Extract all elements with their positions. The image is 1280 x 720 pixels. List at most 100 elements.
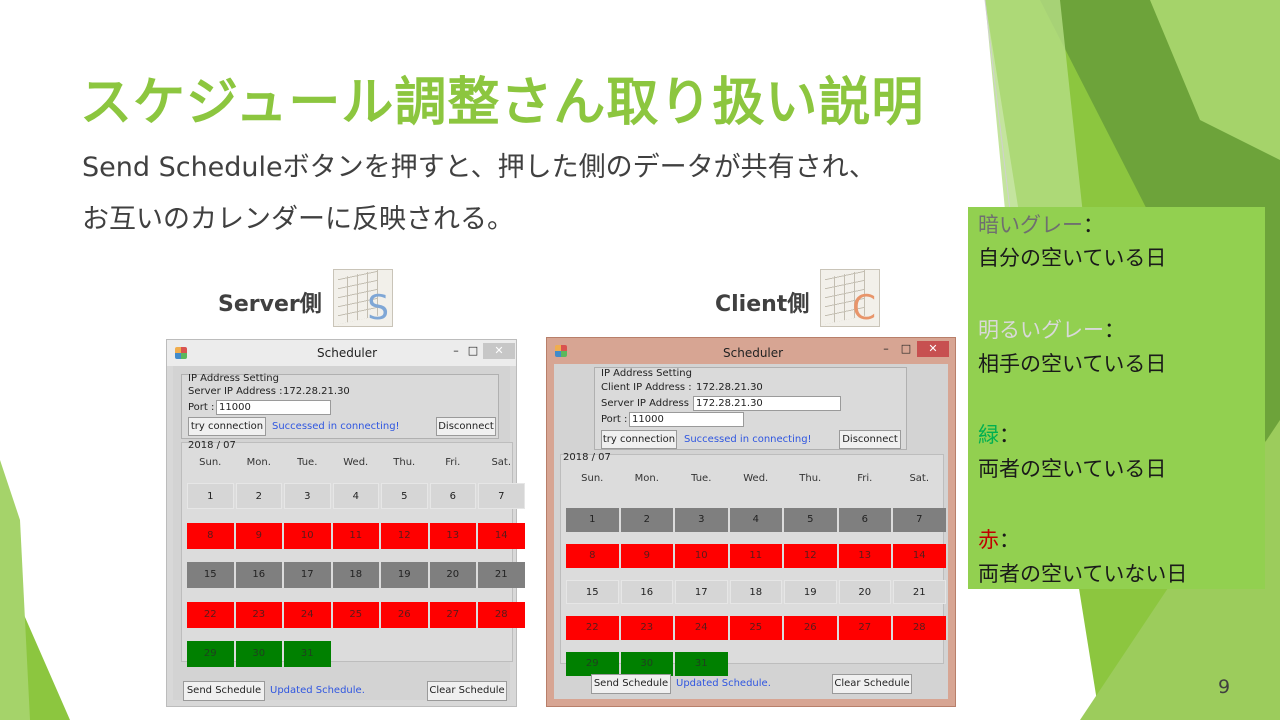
day-cell[interactable]: 28	[478, 601, 525, 628]
day-cell[interactable]: 23	[235, 601, 282, 628]
minimize-button[interactable]: –	[875, 341, 897, 357]
day-cell[interactable]: 27	[838, 616, 891, 640]
day-cell[interactable]: 12	[784, 544, 837, 568]
day-cell[interactable]: 13	[838, 544, 891, 568]
day-cell[interactable]: 3	[675, 508, 728, 532]
calendar-month: 2018 / 07	[188, 440, 236, 451]
day-cell[interactable]: 13	[429, 522, 476, 549]
day-cell[interactable]: 20	[838, 580, 891, 604]
day-cell[interactable]: 21	[478, 562, 525, 588]
legend-term-red: 赤：	[978, 528, 1020, 552]
day-cell[interactable]: 14	[478, 522, 525, 549]
window-title: Scheduler	[723, 346, 784, 360]
day-cell[interactable]: 5	[381, 483, 428, 509]
weekday-header: Fri.	[857, 473, 873, 484]
clear-schedule-button[interactable]: Clear Schedule	[427, 681, 507, 701]
day-cell[interactable]: 8	[187, 522, 234, 549]
day-cell[interactable]: 21	[893, 580, 946, 604]
day-cell[interactable]: 9	[235, 522, 282, 549]
day-cell[interactable]: 25	[729, 616, 782, 640]
weekday-header: Thu.	[393, 457, 416, 468]
day-cell[interactable]: 19	[784, 580, 837, 604]
day-cell[interactable]: 2	[620, 508, 673, 532]
day-cell[interactable]: 4	[332, 483, 379, 509]
send-schedule-button[interactable]: Send Schedule	[183, 681, 265, 701]
day-cell[interactable]: 1	[187, 483, 234, 509]
day-cell[interactable]: 18	[729, 580, 782, 604]
day-cell[interactable]: 31	[284, 641, 331, 667]
weekday-header: Sun.	[199, 457, 222, 468]
day-cell[interactable]: 24	[675, 616, 728, 640]
disconnect-button[interactable]: Disconnect	[839, 430, 901, 449]
try-connection-button[interactable]: try connection	[188, 417, 266, 436]
day-cell[interactable]: 17	[284, 562, 331, 588]
clear-schedule-button[interactable]: Clear Schedule	[832, 674, 912, 694]
day-cell[interactable]: 8	[566, 544, 619, 568]
day-cell[interactable]: 15	[187, 562, 234, 588]
disconnect-button[interactable]: Disconnect	[436, 417, 496, 436]
day-cell[interactable]: 29	[566, 652, 619, 676]
day-cell[interactable]: 6	[429, 483, 476, 509]
day-cell[interactable]: 31	[675, 652, 728, 676]
day-cell[interactable]: 22	[187, 601, 234, 628]
day-cell[interactable]: 11	[332, 522, 379, 549]
slide-title: スケジュール調整さん取り扱い説明	[80, 73, 925, 133]
server-scheduler-window: Scheduler – □ ✕ IP Address Setting Serve…	[166, 339, 525, 707]
day-cell[interactable]: 16	[235, 562, 282, 588]
maximize-button[interactable]: □	[462, 343, 484, 359]
title-bar[interactable]: Scheduler – □ ✕	[547, 338, 955, 364]
day-cell[interactable]: 15	[566, 580, 619, 604]
port-label: Port :	[601, 414, 628, 425]
day-cell[interactable]: 1	[566, 508, 619, 532]
weekday-header: Tue.	[297, 457, 318, 468]
day-cell[interactable]: 26	[784, 616, 837, 640]
day-cell[interactable]: 2	[235, 483, 282, 509]
day-cell[interactable]: 7	[478, 483, 525, 509]
day-cell[interactable]: 24	[284, 601, 331, 628]
day-cell[interactable]: 11	[729, 544, 782, 568]
try-connection-button[interactable]: try connection	[601, 430, 677, 449]
day-cell[interactable]: 17	[675, 580, 728, 604]
day-cell[interactable]: 10	[675, 544, 728, 568]
day-cell[interactable]: 27	[429, 601, 476, 628]
day-cell[interactable]: 14	[893, 544, 946, 568]
day-cell[interactable]: 10	[284, 522, 331, 549]
close-button[interactable]: ✕	[483, 343, 515, 359]
app-icon	[175, 347, 187, 359]
weekday-header: Sun.	[581, 473, 604, 484]
server-ip-label: Server IP Address :	[601, 398, 696, 409]
day-cell[interactable]: 29	[187, 641, 234, 667]
day-cell[interactable]: 16	[620, 580, 673, 604]
day-cell[interactable]: 26	[381, 601, 428, 628]
day-cell[interactable]: 28	[893, 616, 946, 640]
legend-desc-light-gray: 相手の空いている日	[978, 352, 1167, 376]
day-cell[interactable]: 18	[332, 562, 379, 588]
day-cell[interactable]: 4	[729, 508, 782, 532]
close-button[interactable]: ✕	[917, 341, 949, 357]
port-input[interactable]: 11000	[629, 412, 744, 427]
day-cell[interactable]: 25	[332, 601, 379, 628]
day-cell[interactable]: 19	[381, 562, 428, 588]
send-schedule-button[interactable]: Send Schedule	[591, 674, 671, 694]
day-cell[interactable]: 3	[284, 483, 331, 509]
maximize-button[interactable]: □	[895, 341, 917, 357]
day-cell[interactable]: 6	[838, 508, 891, 532]
day-cell[interactable]: 30	[620, 652, 673, 676]
body-text-line-1: Send Scheduleボタンを押すと、押した側のデータが共有され、	[82, 152, 876, 183]
weekday-header: Tue.	[691, 473, 712, 484]
day-cell[interactable]: 30	[235, 641, 282, 667]
server-side-label: Server側	[218, 292, 322, 317]
legend-desc-red: 両者の空いていない日	[978, 562, 1188, 586]
title-bar[interactable]: Scheduler – □ ✕	[167, 340, 516, 366]
day-cell[interactable]: 22	[566, 616, 619, 640]
day-cell[interactable]: 12	[381, 522, 428, 549]
day-cell[interactable]: 20	[429, 562, 476, 588]
day-cell[interactable]: 7	[893, 508, 946, 532]
connection-status: Successed in connecting!	[684, 434, 812, 445]
server-ip-input[interactable]: 172.28.21.30	[693, 396, 841, 411]
legend-term-green: 緑：	[978, 423, 1020, 447]
port-input[interactable]: 11000	[216, 400, 331, 415]
day-cell[interactable]: 5	[784, 508, 837, 532]
day-cell[interactable]: 23	[620, 616, 673, 640]
day-cell[interactable]: 9	[620, 544, 673, 568]
